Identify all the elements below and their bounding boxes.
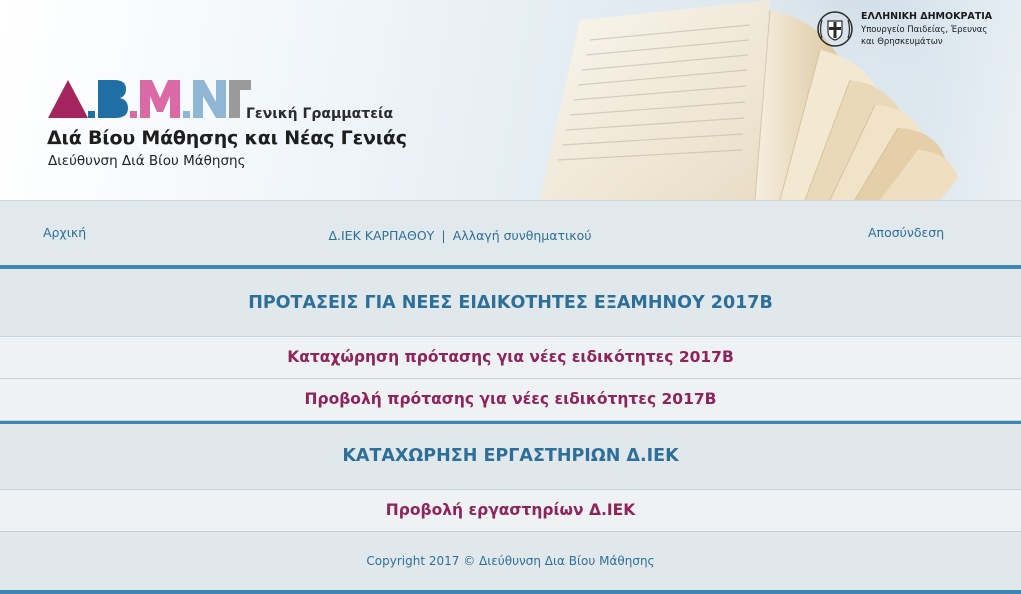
logout-link[interactable]: Αποσύνδεση: [868, 225, 944, 240]
register-proposal-link[interactable]: Καταχώρηση πρότασης για νέες ειδικότητες…: [0, 337, 1021, 379]
top-nav: Αρχική Δ.ΙΕΚ ΚΑΡΠΑΘΟΥ | Αλλαγή συνθηματι…: [0, 200, 1021, 266]
view-labs-link[interactable]: Προβολή εργαστηρίων Δ.ΙΕΚ: [0, 490, 1021, 532]
ministry-line-1: Υπουργείο Παιδείας, Έρευνας: [861, 25, 988, 35]
general-secretariat-label: Γενική Γραμματεία: [246, 106, 394, 122]
section-heading-labs: ΚΑΤΑΧΩΡΗΣΗ ΕΡΓΑΣΤΗΡΙΩΝ Δ.ΙΕΚ: [0, 424, 1021, 490]
view-proposal-link[interactable]: Προβολή πρότασης για νέες ειδικότητες 20…: [0, 379, 1021, 421]
school-name-link[interactable]: Δ.ΙΕΚ ΚΑΡΠΑΘΟΥ: [328, 228, 434, 243]
dbmng-logo-icon: [48, 80, 251, 118]
greek-coat-of-arms-icon: [817, 11, 853, 47]
directorate-subtitle: Διεύθυνση Διά Βίου Μάθησης: [48, 153, 246, 169]
change-password-link[interactable]: Αλλαγή συνθηματικού: [453, 228, 592, 243]
organization-title: Διά Βίου Μάθησης και Νέας Γενιάς: [47, 127, 407, 149]
nav-user-area: Δ.ΙΕΚ ΚΑΡΠΑΘΟΥ | Αλλαγή συνθηματικού: [0, 225, 920, 244]
ministry-block: ΕΛΛΗΝΙΚΗ ΔΗΜΟΚΡΑΤΙΑ Υπουργείο Παιδείας, …: [816, 10, 1016, 50]
footer-copyright: Copyright 2017 © Διεύθυνση Δια Βίου Μάθη…: [0, 532, 1021, 590]
gov-title: ΕΛΛΗΝΙΚΗ ΔΗΜΟΚΡΑΤΙΑ: [861, 11, 993, 22]
section-heading-new-specialties: ΠΡΟΤΑΣΕΙΣ ΓΙΑ ΝΕΕΣ ΕΙΔΙΚΟΤΗΤΕΣ ΕΞΑΜΗΝΟΥ …: [0, 269, 1021, 337]
ministry-line-2: και Θρησκευμάτων: [861, 37, 943, 47]
nav-separator: |: [441, 228, 446, 243]
footer-divider: [0, 590, 1021, 594]
header-banner: Γενική Γραμματεία Διά Βίου Μάθησης και Ν…: [0, 0, 1021, 200]
